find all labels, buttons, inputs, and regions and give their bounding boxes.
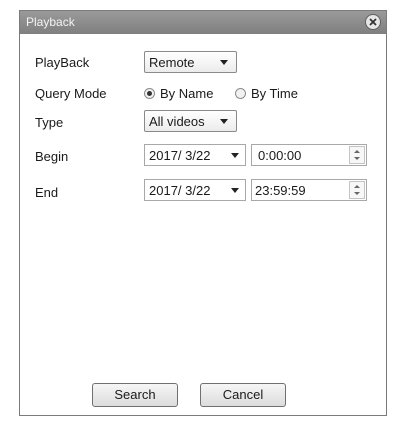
cancel-button[interactable]: Cancel: [200, 383, 286, 407]
chevron-down-icon[interactable]: [231, 188, 239, 193]
by-name-radio[interactable]: [144, 88, 155, 99]
begin-time-input[interactable]: 0:00:00: [251, 144, 367, 166]
type-select-value: All videos: [149, 114, 205, 129]
title-bar[interactable]: Playback: [20, 11, 386, 34]
end-date-value: 2017/ 3/22: [149, 183, 211, 198]
close-icon: [369, 18, 377, 26]
begin-date-value: 2017/ 3/22: [149, 148, 211, 163]
end-date-picker[interactable]: 2017/ 3/22: [144, 179, 246, 201]
close-button[interactable]: [365, 14, 381, 30]
begin-label: Begin: [35, 149, 69, 164]
playback-select[interactable]: Remote: [144, 51, 237, 73]
query-mode-label: Query Mode: [35, 86, 107, 101]
playback-dialog: Playback PlayBack Remote Query Mode By N…: [19, 10, 387, 416]
begin-time-value: 0:00:00: [258, 148, 302, 163]
end-time-value: 23:59:59: [255, 183, 306, 198]
end-label: End: [35, 185, 59, 200]
spin-up-icon[interactable]: [354, 150, 360, 153]
chevron-down-icon: [220, 119, 228, 124]
playback-label: PlayBack: [35, 55, 90, 70]
spin-down-icon[interactable]: [354, 157, 360, 160]
by-time-label[interactable]: By Time: [251, 86, 298, 101]
window-title: Playback: [26, 15, 75, 29]
spin-down-icon[interactable]: [354, 192, 360, 195]
begin-time-spinner[interactable]: [349, 146, 365, 164]
end-time-input[interactable]: 23:59:59: [251, 179, 367, 201]
type-label: Type: [35, 115, 64, 130]
chevron-down-icon[interactable]: [231, 153, 239, 158]
chevron-down-icon: [220, 60, 228, 65]
playback-select-value: Remote: [149, 55, 195, 70]
begin-date-picker[interactable]: 2017/ 3/22: [144, 144, 246, 166]
search-button[interactable]: Search: [92, 383, 178, 407]
by-name-label[interactable]: By Name: [160, 86, 213, 101]
radio-selected-dot: [147, 91, 152, 96]
end-time-spinner[interactable]: [349, 181, 365, 199]
by-time-radio[interactable]: [235, 88, 246, 99]
type-select[interactable]: All videos: [144, 110, 237, 132]
spin-up-icon[interactable]: [354, 185, 360, 188]
